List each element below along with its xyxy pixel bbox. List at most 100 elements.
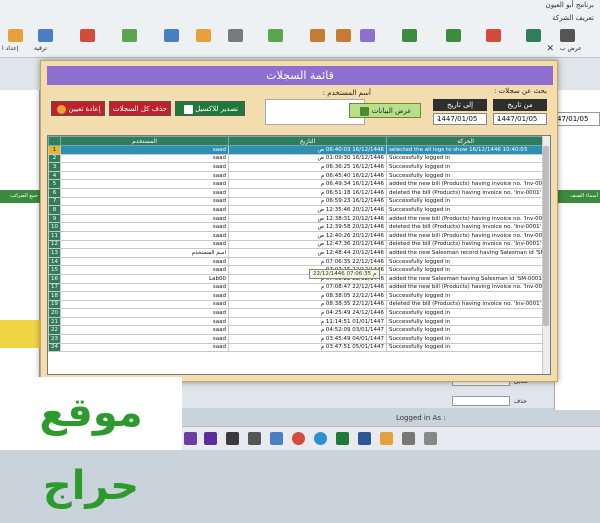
left-panel: [0, 90, 40, 410]
logged-in-label: Logged in As :: [396, 414, 446, 422]
export-excel-button[interactable]: تصدير للاكسيل: [175, 101, 245, 116]
table-header: المستخدم التاريخ الحركة: [48, 136, 545, 146]
tools-icon[interactable]: [248, 432, 261, 445]
row-number: 16: [48, 273, 61, 284]
watermark-logo: موقع حراج: [0, 377, 182, 509]
cell-date: 20/12/1446 12:47:36 ص: [228, 239, 387, 250]
sales-icon[interactable]: [122, 29, 137, 42]
cell-action: Successfully logged in: [386, 308, 545, 318]
chevron-down-icon[interactable]: ⌄: [436, 115, 441, 122]
word-icon[interactable]: [358, 432, 371, 445]
column-header-action[interactable]: الحركة: [386, 136, 545, 146]
logs-icon[interactable]: [526, 29, 541, 42]
cell-user: saad: [60, 308, 229, 318]
upgrade-icon[interactable]: [38, 29, 53, 42]
book-icon[interactable]: [402, 29, 417, 42]
grid-scrollbar[interactable]: [542, 136, 550, 374]
cell-user: saad: [60, 196, 229, 207]
table-row[interactable]: 18 saad 22/12/1446 08:38:05 م Successfully …: [48, 291, 545, 301]
cell-action: Successfully logged in: [386, 334, 545, 344]
from-date-label: من تاريخ: [493, 99, 547, 111]
delete-label[interactable]: حذف: [514, 398, 527, 405]
folder-icon[interactable]: [196, 29, 211, 42]
table-row[interactable]: 1 saad 16/12/1446 06:40:03 ص selected the a…: [48, 145, 545, 155]
delete-input[interactable]: [452, 396, 510, 406]
user-icon[interactable]: [486, 29, 501, 42]
company-menu[interactable]: تعريف الشركة: [552, 14, 594, 22]
table-row[interactable]: 13 اسم المستخدم 20/12/1446 12:48:44 ص added…: [48, 248, 545, 258]
people-icon[interactable]: [336, 29, 351, 42]
cell-action: deleted the bill (Products) having invoi…: [386, 299, 545, 310]
row-number: 7: [48, 196, 61, 207]
row-number: 18: [48, 291, 61, 301]
row-number: 6: [48, 187, 61, 198]
table-row[interactable]: 15saad22/12/1446 07:07:15 مSuccessfully …: [48, 265, 545, 275]
logs-grid[interactable]: المستخدم التاريخ الحركة 1 saad 16/12/1446 …: [47, 135, 551, 375]
table-row[interactable]: 7 saad 16/12/1446 06:59:23 م Successfully l…: [48, 196, 545, 207]
store-icon[interactable]: [270, 432, 283, 445]
cell-action: added the new Salesman record having Sal…: [386, 248, 545, 258]
app-icon[interactable]: [184, 432, 197, 445]
cell-user: saad: [60, 230, 229, 241]
users-icon[interactable]: [310, 29, 325, 42]
tray-icon[interactable]: [424, 432, 437, 445]
row-number: 13: [48, 248, 61, 258]
cell-action: deleted the bill (Products) having invoi…: [386, 239, 545, 250]
table-row[interactable]: 11 saad 20/12/1446 12:40:26 ص added the new…: [48, 230, 545, 241]
edge-icon[interactable]: [314, 432, 327, 445]
excel-taskbar-icon[interactable]: [336, 432, 349, 445]
calendar-icon[interactable]: [228, 29, 243, 42]
settings-icon[interactable]: [8, 29, 23, 42]
column-header-date[interactable]: التاريخ: [228, 136, 387, 146]
table-row[interactable]: 8 saad 20/12/1446 12:35:46 ص Successfully l…: [48, 205, 545, 215]
table-row[interactable]: 14 saad 22/12/1446 07:06:35 م Successfully …: [48, 256, 545, 267]
table-row[interactable]: 4 saad 16/12/1446 06:45:40 م Successfully l…: [48, 170, 545, 181]
customers-icon[interactable]: [360, 29, 375, 42]
toolbar-label-show[interactable]: عرض ب: [560, 45, 582, 52]
from-date-input[interactable]: 1447/01/05 ⌄: [493, 113, 547, 125]
cell-date: 16/12/1446 06:51:18 م: [228, 187, 387, 198]
money-icon[interactable]: [268, 29, 283, 42]
show-icon[interactable]: [560, 29, 575, 42]
table-row[interactable]: 9 saad 20/12/1446 12:38:31 ص added the new …: [48, 213, 545, 224]
table-row[interactable]: 23 saad 04/01/1447 03:45:49 م Successfully …: [48, 334, 545, 344]
visual-studio-icon[interactable]: [204, 432, 217, 445]
table-row[interactable]: 17 saad 22/12/1446 07:08:47 م added the new…: [48, 282, 545, 293]
inventory-icon[interactable]: [446, 29, 461, 42]
settings-taskbar-icon[interactable]: [402, 432, 415, 445]
table-row[interactable]: 22 saad 03/01/1447 04:52:09 م Successfully …: [48, 325, 545, 336]
close-icon[interactable]: ✕: [546, 44, 554, 54]
background-date[interactable]: 47/01/05: [554, 112, 600, 126]
chevron-down-icon[interactable]: ⌄: [496, 115, 501, 122]
table-row[interactable]: 2 saad 16/12/1446 01:09:30 ص Successfully l…: [48, 153, 545, 164]
excel-icon: [183, 104, 193, 114]
cell-user: saad: [60, 342, 229, 353]
table-row[interactable]: 16Lab0022/12/1446 07:08:22 مadded the ne…: [48, 273, 545, 284]
table-row[interactable]: 19 saad 22/12/1446 08:38:35 م deleted the b…: [48, 299, 545, 310]
table-row[interactable]: 5 saad 16/12/1446 06:49:34 م added the new …: [48, 179, 545, 189]
table-row[interactable]: 12 saad 20/12/1446 12:47:36 ص deleted the b…: [48, 239, 545, 250]
table-row[interactable]: 24 saad 05/01/1447 03:47:51 م Successfully …: [48, 342, 545, 353]
column-header-user[interactable]: المستخدم: [60, 136, 229, 146]
to-date-input[interactable]: 1447/01/05 ⌄: [433, 113, 487, 125]
show-data-button[interactable]: عرض البيانات: [349, 103, 421, 118]
scrollbar-thumb[interactable]: [543, 146, 549, 326]
cell-action: added the new bill (Products) having inv…: [386, 282, 545, 293]
folder-taskbar-icon[interactable]: [380, 432, 393, 445]
table-row[interactable]: 6 saad 16/12/1446 06:51:18 م deleted the bi…: [48, 187, 545, 198]
reports-icon[interactable]: [80, 29, 95, 42]
cell-date: 01/01/1447 11:14:51 م: [228, 316, 387, 327]
date-tooltip: 22/12/1446 07:06:35 م: [309, 269, 381, 279]
table-icon[interactable]: [164, 29, 179, 42]
toolbar-label-upgrade[interactable]: ترقية: [34, 45, 47, 52]
table-row[interactable]: 20 saad 24/12/1446 04:25:49 م Successfully …: [48, 308, 545, 318]
chrome-icon[interactable]: [292, 432, 305, 445]
table-row[interactable]: 21 saad 01/01/1447 11:14:51 م Successfully …: [48, 316, 545, 327]
table-row[interactable]: 10 saad 20/12/1446 12:39:58 ص deleted the b…: [48, 222, 545, 232]
table-row[interactable]: 3 saad 16/12/1446 06:36:25 م Successfully l…: [48, 162, 545, 172]
toolbar-label-settings[interactable]: إعداد ا: [2, 45, 18, 52]
terminal-icon[interactable]: [226, 432, 239, 445]
reset-button[interactable]: إعادة تعيين: [51, 101, 105, 116]
delete-all-logs-button[interactable]: حذف كل السجلات: [109, 101, 171, 116]
row-number: 12: [48, 239, 61, 250]
